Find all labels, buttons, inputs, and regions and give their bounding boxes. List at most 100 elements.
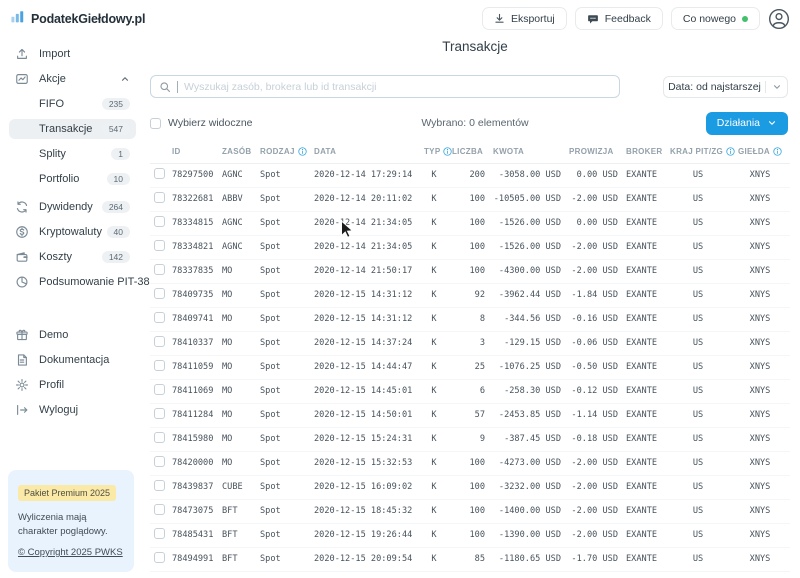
cell-checkbox (150, 523, 168, 547)
cell-liczba: 100 (448, 259, 489, 283)
cell-liczba: 57 (448, 403, 489, 427)
row-checkbox[interactable] (154, 456, 165, 467)
cell-zasob: MO (218, 283, 256, 307)
row-checkbox[interactable] (154, 480, 165, 491)
row-checkbox[interactable] (154, 384, 165, 395)
count-badge: 547 (102, 123, 130, 136)
cell-kwota: -1526.00 USD (489, 211, 565, 235)
cell-checkbox (150, 331, 168, 355)
cell-gielda: XNYS (730, 259, 790, 283)
sidebar-item-profil[interactable]: Profil (9, 375, 136, 395)
row-checkbox[interactable] (154, 432, 165, 443)
cell-zasob: ABBV (218, 187, 256, 211)
user-avatar-icon[interactable] (768, 8, 790, 30)
sidebar-nav: Import Akcje FIFO235 Transakcje547 Splity1 Po… (0, 29, 145, 292)
search-box[interactable] (150, 75, 620, 98)
sidebar-item-splity[interactable]: Splity1 (9, 144, 136, 164)
cell-gielda: XNYS (730, 355, 790, 379)
sidebar-item-koszty[interactable]: Koszty142 (9, 247, 136, 267)
cell-data: 2020-12-15 14:31:12 (310, 307, 420, 331)
copyright-link[interactable]: © Copyright 2025 PWKS (18, 547, 123, 558)
cell-checkbox (150, 427, 168, 451)
cell-broker: EXANTE (622, 331, 666, 355)
cell-liczba: 6 (448, 379, 489, 403)
sort-dropdown[interactable]: Data: od najstarszej (663, 76, 788, 98)
cell-liczba: 25 (448, 355, 489, 379)
row-checkbox[interactable] (154, 504, 165, 515)
info-icon[interactable] (298, 147, 307, 156)
count-badge: 40 (107, 226, 130, 239)
sidebar-item-label: Akcje (39, 73, 66, 85)
sidebar-item-dywidendy[interactable]: Dywidendy264 (9, 197, 136, 217)
col-header-kraj-pit-zg: KRAJ PIT/ZG (666, 141, 730, 163)
brand-logo[interactable]: PodatekGiełdowy.pl (0, 0, 145, 29)
cell-checkbox (150, 451, 168, 475)
table-row: 78337835MOSpot2020-12-14 21:50:17K100-43… (150, 259, 790, 283)
cell-zasob: MO (218, 259, 256, 283)
sidebar-item-transakcje[interactable]: Transakcje547 (9, 119, 136, 139)
row-checkbox[interactable] (154, 552, 165, 563)
sidebar-item-podsumowanie-pit-38[interactable]: Podsumowanie PIT-38 (9, 272, 136, 292)
cell-rodzaj: Spot (256, 211, 310, 235)
search-input[interactable] (184, 81, 611, 93)
feedback-button[interactable]: Feedback (575, 7, 663, 30)
cell-typ: K (420, 355, 448, 379)
sidebar-item-wyloguj[interactable]: Wyloguj (9, 400, 136, 420)
whats-new-button[interactable]: Co nowego (671, 7, 760, 30)
col-header-label: KWOTA (493, 147, 524, 156)
cell-prowizja: -0.50 USD (565, 355, 622, 379)
cell-data: 2020-12-15 20:09:54 (310, 547, 420, 571)
row-checkbox[interactable] (154, 240, 165, 251)
sidebar-item-label: FIFO (39, 98, 64, 110)
cell-liczba: 200 (448, 163, 489, 187)
row-checkbox[interactable] (154, 216, 165, 227)
cell-prowizja: -2.00 USD (565, 475, 622, 499)
cell-zasob: MO (218, 307, 256, 331)
cell-data: 2020-12-15 14:44:47 (310, 355, 420, 379)
row-checkbox[interactable] (154, 528, 165, 539)
row-checkbox[interactable] (154, 312, 165, 323)
export-button-label: Eksportuj (511, 13, 555, 25)
info-icon[interactable] (773, 147, 782, 156)
cell-data: 2020-12-14 20:11:02 (310, 187, 420, 211)
col-header-kwota: KWOTA (489, 141, 565, 163)
transactions-table: IDZASÓBRODZAJDATATYPLICZBAKWOTAPROWIZJAB… (150, 141, 790, 572)
sidebar-item-portfolio[interactable]: Portfolio10 (9, 169, 136, 189)
sidebar-item-demo[interactable]: Demo (9, 325, 136, 345)
cell-zasob: BFT (218, 547, 256, 571)
row-checkbox[interactable] (154, 192, 165, 203)
row-checkbox[interactable] (154, 288, 165, 299)
row-checkbox[interactable] (154, 360, 165, 371)
sidebar-item-fifo[interactable]: FIFO235 (9, 94, 136, 114)
cell-prowizja: -0.16 USD (565, 307, 622, 331)
select-visible-control[interactable]: Wybierz widoczne (150, 117, 253, 129)
export-button[interactable]: Eksportuj (482, 7, 567, 30)
sidebar-item-akcje[interactable]: Akcje (9, 69, 136, 89)
cell-kwota: -10505.00 USD (489, 187, 565, 211)
select-visible-checkbox[interactable] (150, 118, 161, 129)
cell-id: 78334815 (168, 211, 218, 235)
row-checkbox[interactable] (154, 264, 165, 275)
cell-data: 2020-12-14 21:34:05 (310, 235, 420, 259)
sidebar-item-dokumentacja[interactable]: Dokumentacja (9, 350, 136, 370)
cell-kwota: -129.15 USD (489, 331, 565, 355)
info-icon[interactable] (726, 147, 735, 156)
cell-id: 78297500 (168, 163, 218, 187)
sidebar-item-label: Portfolio (39, 173, 79, 185)
actions-button[interactable]: Działania (706, 112, 788, 135)
cell-checkbox (150, 355, 168, 379)
cell-kwota: -4300.00 USD (489, 259, 565, 283)
sidebar-item-import[interactable]: Import (9, 44, 136, 64)
row-checkbox[interactable] (154, 408, 165, 419)
cell-typ: K (420, 211, 448, 235)
cell-checkbox (150, 547, 168, 571)
cell-zasob: AGNC (218, 163, 256, 187)
cell-liczba: 100 (448, 235, 489, 259)
cell-zasob: MO (218, 403, 256, 427)
sidebar-item-kryptowaluty[interactable]: Kryptowaluty40 (9, 222, 136, 242)
row-checkbox[interactable] (154, 168, 165, 179)
col-header-prowizja: PROWIZJA (565, 141, 622, 163)
chevron-up-icon (120, 74, 130, 84)
row-checkbox[interactable] (154, 336, 165, 347)
sidebar-item-label: Demo (39, 329, 68, 341)
